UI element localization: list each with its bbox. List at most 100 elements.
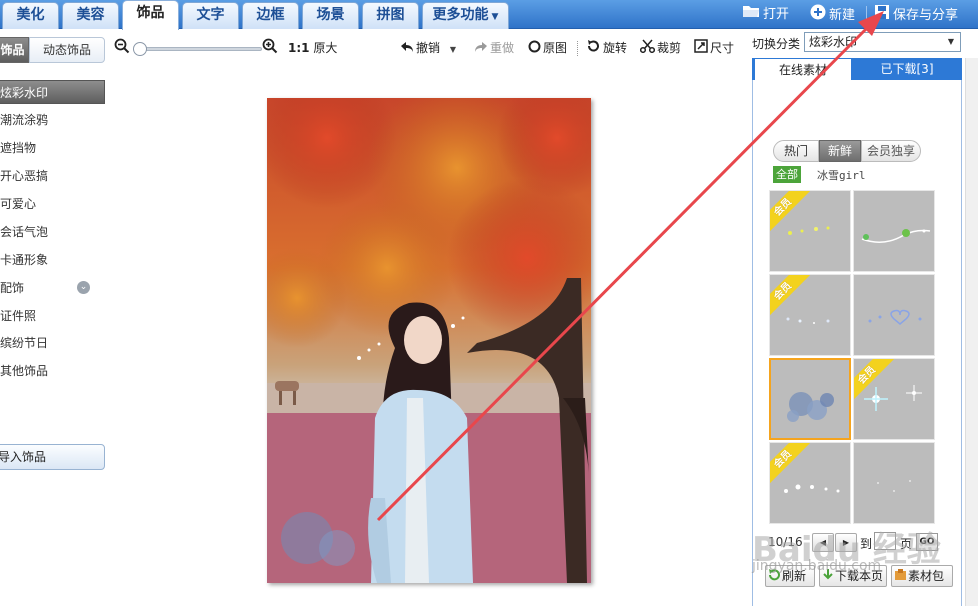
resize-label: 尺寸 bbox=[710, 41, 735, 55]
rotate-label: 旋转 bbox=[603, 41, 628, 55]
category-item-cute-heart[interactable]: 可爱心 bbox=[0, 192, 105, 216]
category-item-cover[interactable]: 遮挡物 bbox=[0, 136, 105, 160]
crop-button[interactable]: 裁剪 bbox=[639, 38, 682, 59]
editing-canvas[interactable] bbox=[110, 64, 748, 606]
redo-icon bbox=[474, 39, 488, 59]
expand-chevron-icon[interactable]: ⌄ bbox=[77, 281, 90, 294]
original-size-button[interactable]: 1:1 原大 bbox=[288, 38, 337, 58]
category-item-ornament[interactable]: 配饰 ⌄ bbox=[0, 276, 105, 300]
autumn-portrait-photo bbox=[267, 98, 591, 583]
category-item-speech-bubble[interactable]: 会话气泡 bbox=[0, 220, 105, 244]
go-button[interactable]: GO bbox=[916, 533, 938, 551]
tab-static-accessories[interactable]: 饰品 bbox=[0, 37, 29, 63]
zoom-slider-thumb[interactable] bbox=[133, 42, 147, 56]
tab-cosmetic[interactable]: 美容 bbox=[62, 2, 119, 29]
save-share-label: 保存与分享 bbox=[893, 8, 959, 23]
tab-collage[interactable]: 拼图 bbox=[362, 2, 419, 29]
material-tab-bar: 在线素材 已下载[3] bbox=[752, 58, 962, 80]
photo-preview[interactable] bbox=[267, 98, 591, 583]
new-button[interactable]: 新建 bbox=[810, 4, 855, 24]
undo-label: 撤销 bbox=[416, 41, 441, 55]
material-thumbnail[interactable] bbox=[853, 190, 935, 272]
category-item-other[interactable]: 其他饰品 bbox=[0, 359, 105, 383]
filter-user-link[interactable]: 冰雪girl bbox=[817, 167, 866, 183]
material-thumbnail[interactable] bbox=[853, 442, 935, 524]
pagination: 10/16 ◀ ▶ 到 页 GO bbox=[768, 532, 968, 554]
material-list: 热门 新鲜 会员独享 全部 冰雪girl 会员 会员 会员 会员 10/16 ◀… bbox=[752, 80, 962, 606]
open-button[interactable]: 打开 bbox=[742, 4, 789, 24]
open-label: 打开 bbox=[763, 7, 790, 22]
page-to-label: 到 bbox=[860, 537, 873, 551]
category-select[interactable]: 炫彩水印 ▼ bbox=[804, 32, 961, 52]
toolbar-divider bbox=[577, 41, 578, 56]
original-size-label: 原大 bbox=[313, 41, 338, 55]
tab-scene[interactable]: 场景 bbox=[302, 2, 359, 29]
tab-more-functions[interactable]: 更多功能 ▼ bbox=[422, 2, 509, 29]
main-tab-bar: 美化 美容 饰品 文字 边框 场景 拼图 更多功能 ▼ 打开 新建 保存与分享 bbox=[0, 0, 978, 30]
undo-dropdown-icon[interactable]: ▼ bbox=[450, 45, 456, 54]
redo-button[interactable]: 重做 bbox=[474, 38, 514, 58]
material-pack-label: 素材包 bbox=[908, 569, 945, 583]
tab-beautify[interactable]: 美化 bbox=[2, 2, 59, 29]
panel-scrollbar[interactable] bbox=[965, 58, 978, 606]
undo-icon bbox=[400, 39, 414, 59]
category-label: 切换分类 bbox=[752, 37, 801, 51]
prev-page-button[interactable]: ◀ bbox=[812, 533, 834, 552]
tab-dynamic-accessories[interactable]: 动态饰品 bbox=[29, 37, 105, 63]
zoom-ratio-label: 1:1 bbox=[288, 41, 310, 55]
save-share-button[interactable]: 保存与分享 bbox=[874, 4, 958, 24]
category-select-value: 炫彩水印 bbox=[809, 35, 858, 49]
category-item-colorful-watermark[interactable]: 炫彩水印 bbox=[0, 80, 105, 104]
material-thumbnail[interactable]: 会员 bbox=[769, 190, 851, 272]
resize-button[interactable]: 尺寸 bbox=[694, 38, 734, 58]
page-info: 10/16 bbox=[768, 535, 803, 549]
category-item-festival[interactable]: 缤纷节日 bbox=[0, 331, 105, 355]
rotate-button[interactable]: 旋转 bbox=[586, 38, 627, 58]
tab-text[interactable]: 文字 bbox=[182, 2, 239, 29]
tab-more-label: 更多功能 bbox=[432, 7, 489, 23]
flower-thumbnail-art bbox=[787, 392, 834, 422]
refresh-icon bbox=[768, 567, 781, 587]
tab-border[interactable]: 边框 bbox=[242, 2, 299, 29]
download-page-button[interactable]: 下载本页 bbox=[819, 565, 887, 587]
filter-all-tag[interactable]: 全部 bbox=[773, 166, 801, 183]
refresh-button[interactable]: 刷新 bbox=[765, 565, 815, 587]
category-item-funny[interactable]: 开心恶搞 bbox=[0, 164, 105, 188]
floppy-disk-icon bbox=[874, 4, 890, 27]
category-item-id-photo[interactable]: 证件照 bbox=[0, 304, 105, 328]
original-image-button[interactable]: 原图 bbox=[528, 38, 567, 58]
next-page-button[interactable]: ▶ bbox=[835, 533, 857, 552]
tab-online-materials[interactable]: 在线素材 bbox=[754, 58, 852, 80]
material-thumbnail[interactable]: 会员 bbox=[853, 358, 935, 440]
material-panel: 切换分类 炫彩水印 ▼ 在线素材 已下载[3] 热门 新鲜 会员独享 全部 冰雪… bbox=[748, 30, 978, 606]
page-number-input[interactable] bbox=[874, 532, 896, 550]
material-thumbnail[interactable]: 会员 bbox=[769, 274, 851, 356]
zoom-out-icon[interactable] bbox=[114, 38, 130, 58]
material-thumbnail[interactable]: 会员 bbox=[769, 442, 851, 524]
tab-downloaded[interactable]: 已下载[3] bbox=[854, 58, 960, 80]
tab-accessories[interactable]: 饰品 bbox=[122, 0, 179, 30]
filter-new[interactable]: 新鲜 bbox=[819, 140, 861, 162]
category-item-cartoon[interactable]: 卡通形象 bbox=[0, 248, 105, 272]
scissors-icon bbox=[639, 39, 656, 59]
rotate-icon bbox=[586, 39, 601, 59]
heart-sparkle-thumbnail-art bbox=[868, 309, 922, 325]
material-thumbnail-selected[interactable] bbox=[769, 358, 851, 440]
zoom-slider[interactable] bbox=[133, 42, 262, 56]
crop-label: 裁剪 bbox=[657, 41, 682, 55]
zoom-in-icon[interactable] bbox=[262, 38, 278, 58]
download-icon bbox=[822, 567, 834, 587]
page-unit-label: 页 bbox=[900, 537, 913, 551]
material-pack-button[interactable]: 素材包 bbox=[891, 565, 953, 587]
plus-circle-icon bbox=[810, 4, 826, 27]
folder-icon bbox=[742, 4, 760, 25]
material-thumbnail[interactable] bbox=[853, 274, 935, 356]
import-accessory-button[interactable]: 导入饰品 bbox=[0, 444, 105, 470]
chevron-down-icon: ▼ bbox=[947, 37, 955, 46]
undo-button[interactable]: 撤销 ▼ bbox=[400, 38, 456, 58]
category-item-graffiti[interactable]: 潮流涂鸦 bbox=[0, 108, 105, 132]
filter-vip-only[interactable]: 会员独享 bbox=[861, 140, 921, 162]
filter-hot[interactable]: 热门 bbox=[773, 140, 819, 162]
circle-icon bbox=[528, 39, 541, 59]
new-label: 新建 bbox=[829, 8, 856, 23]
